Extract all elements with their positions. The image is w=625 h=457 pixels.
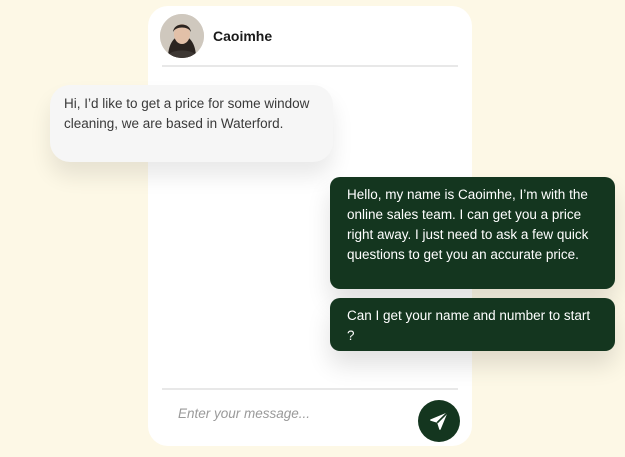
avatar	[160, 14, 204, 58]
header-divider	[162, 65, 458, 67]
agent-message-bubble: Can I get your name and number to start …	[330, 298, 615, 351]
message-input[interactable]	[178, 406, 408, 421]
contact-name: Caoimhe	[213, 28, 273, 44]
message-text: Hello, my name is Caoimhe, I’m with the …	[347, 187, 589, 262]
agent-message-bubble: Hello, my name is Caoimhe, I’m with the …	[330, 177, 615, 289]
customer-message-bubble: Hi, I’d like to get a price for some win…	[50, 85, 333, 162]
send-button[interactable]	[418, 400, 460, 442]
paper-plane-icon	[428, 410, 450, 432]
message-composer	[148, 390, 472, 446]
chat-header: Caoimhe	[160, 14, 272, 58]
message-text: Hi, I’d like to get a price for some win…	[64, 96, 310, 131]
message-text: Can I get your name and number to start …	[347, 308, 591, 343]
